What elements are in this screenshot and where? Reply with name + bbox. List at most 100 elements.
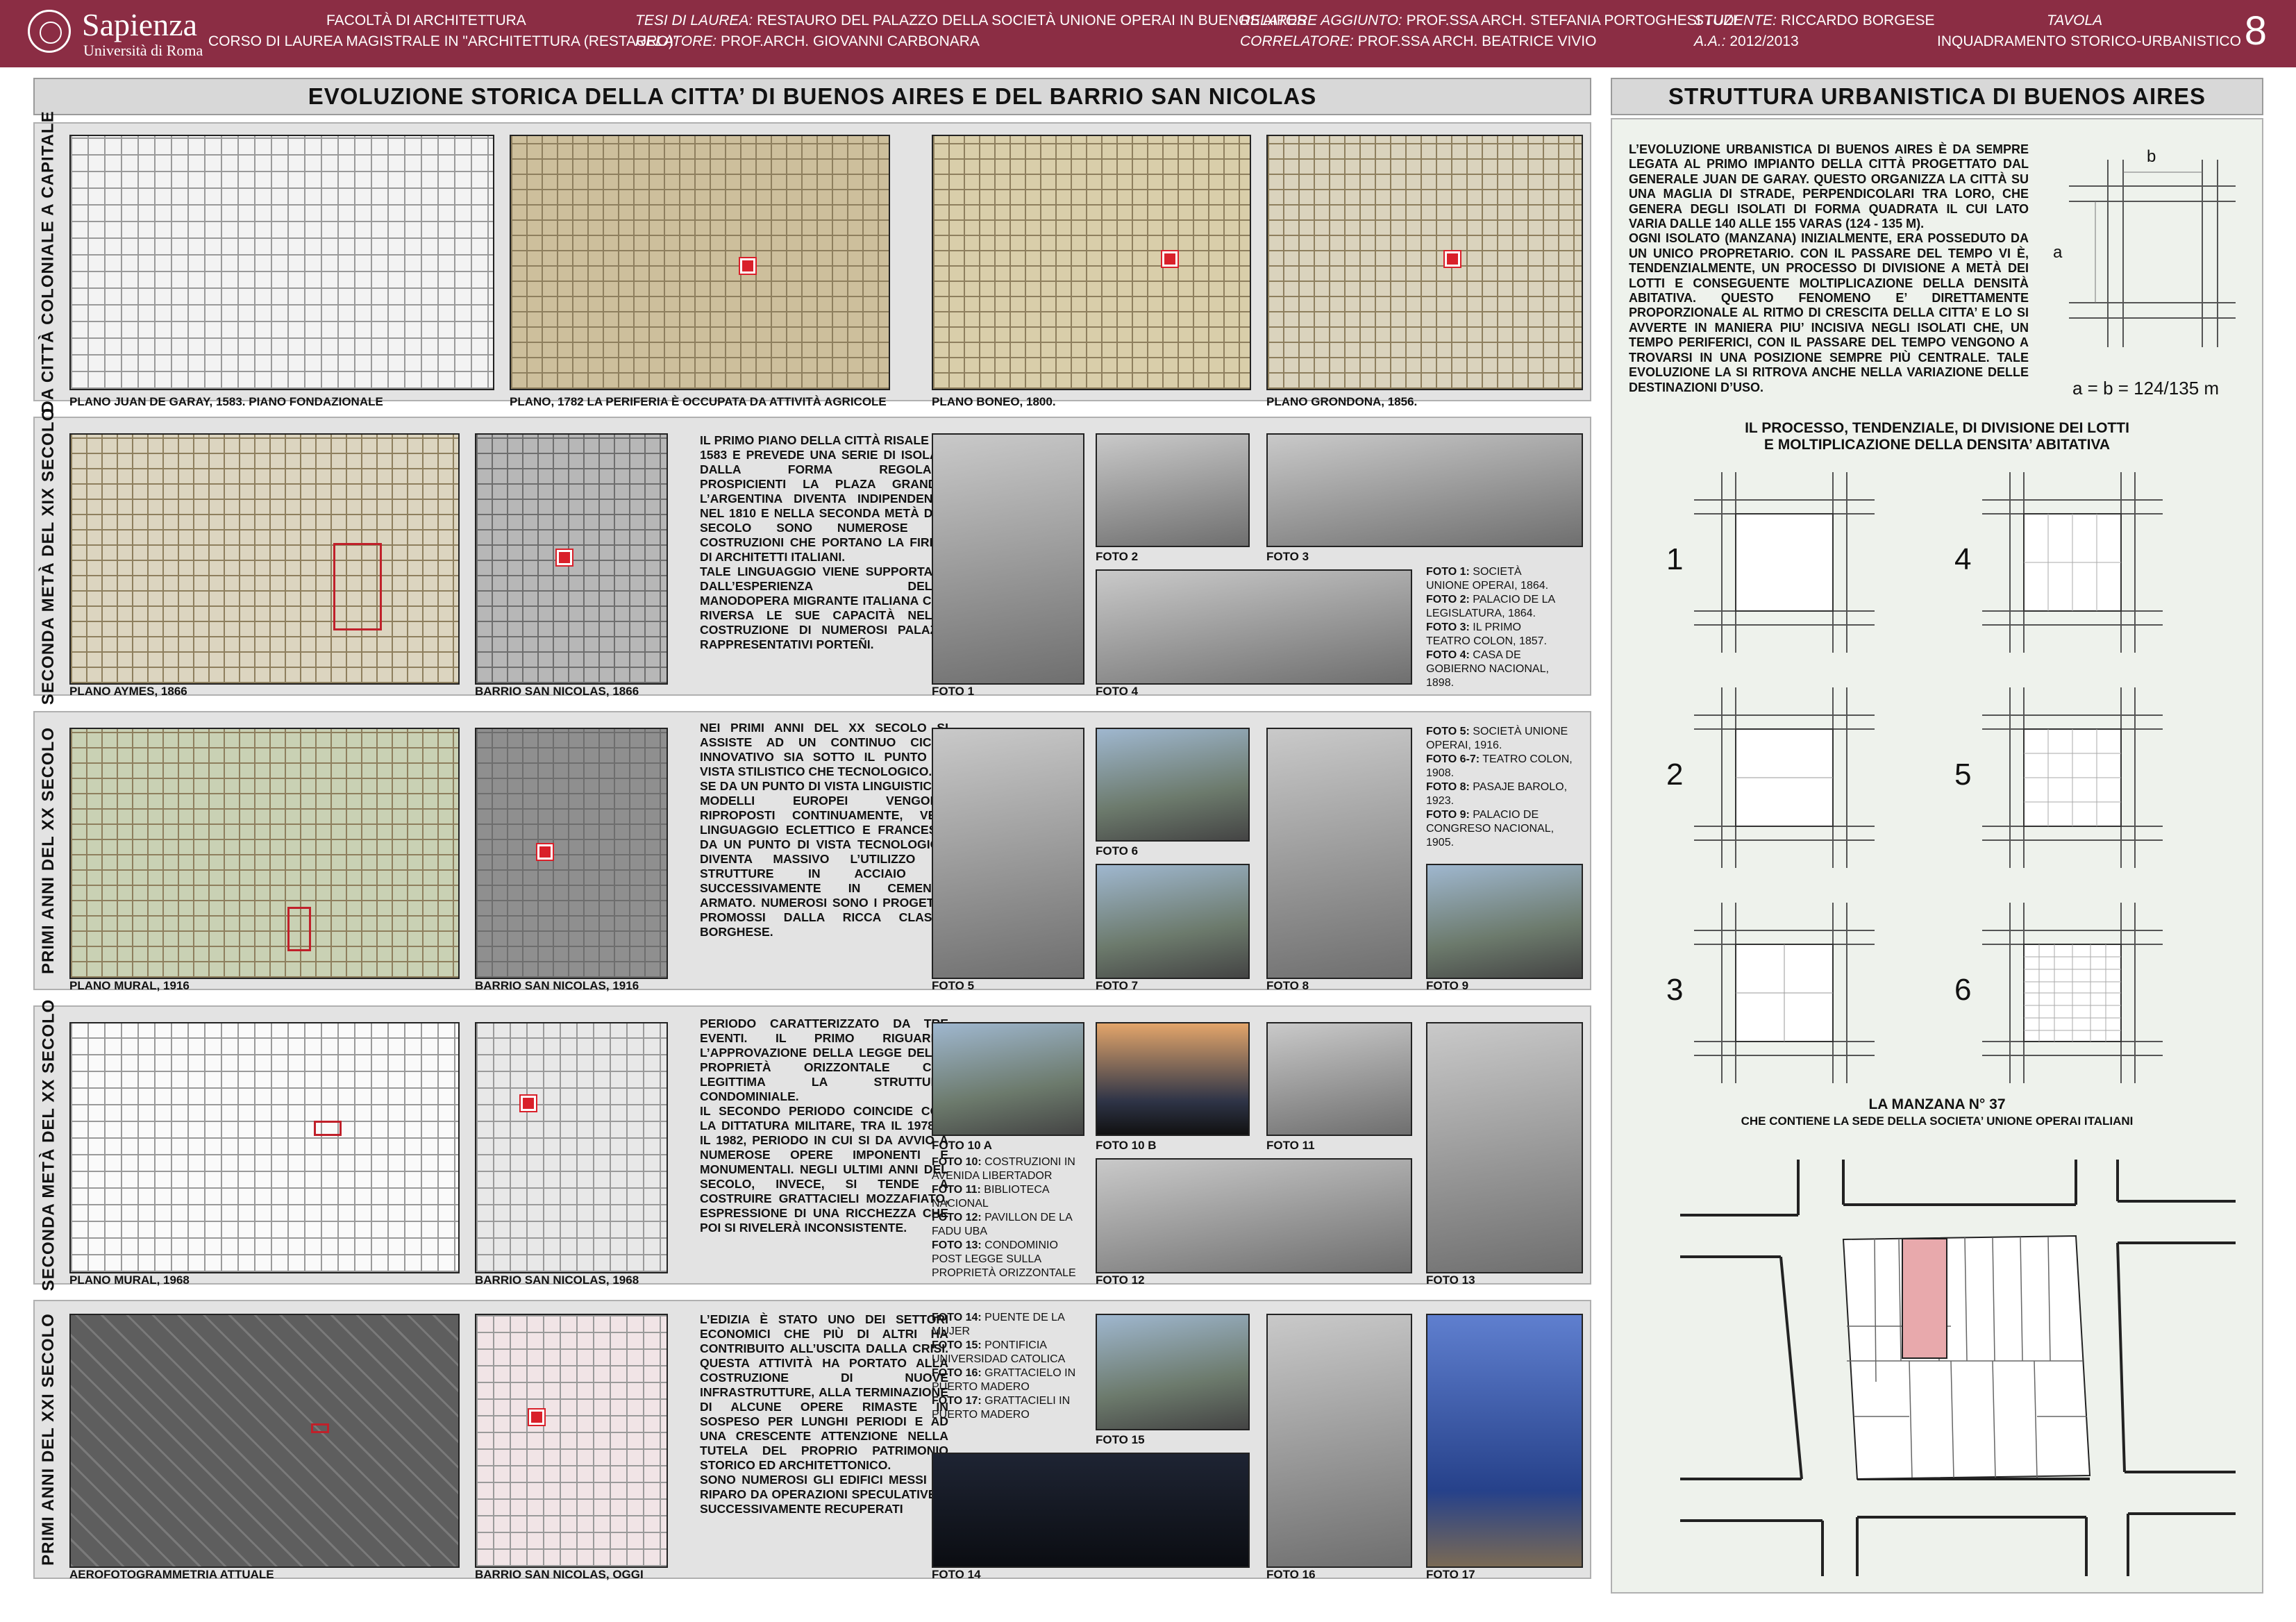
note: FOTO 2: PALACIO DE LA LEGISLATURA, 1864. <box>1426 593 1565 621</box>
photo-11 <box>1266 1022 1412 1136</box>
step-6-diagram <box>1982 903 2163 1083</box>
paragraph-text: SE DA UN PUNTO DI VISTA LINGUISTICO I MO… <box>700 779 948 939</box>
note: FOTO 8: PASAJE BAROLO, 1923. <box>1426 780 1579 808</box>
note: FOTO 4: CASA DE GOBIERNO NACIONAL, 1898. <box>1426 649 1565 690</box>
location-marker <box>740 258 755 274</box>
caption: FOTO 16 <box>1266 1568 1316 1581</box>
note-key: FOTO 6-7: <box>1426 753 1480 765</box>
location-marker <box>537 844 553 860</box>
caption: AEROFOTOGRAMMETRIA ATTUALE <box>69 1568 274 1581</box>
step-number: 5 <box>1954 758 1972 792</box>
step-number: 3 <box>1666 973 1684 1007</box>
caption: FOTO 3 <box>1266 550 1309 563</box>
area-highlight <box>311 1423 329 1433</box>
caption: PLANO, 1782 LA PERIFERIA È OCCUPATA DA A… <box>510 395 887 408</box>
relatore-aggiunto-value: Prof.ssa Arch. Stefania Portoghesi Tuzi <box>1406 12 1737 28</box>
aa-label: A.A.: <box>1694 33 1726 49</box>
relatore-aggiunto: Relatore aggiunto: Prof.ssa Arch. Stefan… <box>1240 11 1737 31</box>
photo-6 <box>1096 728 1250 842</box>
note-key: FOTO 8: <box>1426 781 1470 793</box>
note-key: FOTO 17: <box>932 1395 982 1407</box>
note-key: FOTO 9: <box>1426 809 1470 821</box>
row-xix-secolo: SECONDA METÀ DEL XIX SECOLO IL PRIMO PIA… <box>33 408 1591 705</box>
map-aymes <box>69 433 460 685</box>
caption: BARRIO SAN NICOLAS, 1916 <box>475 979 639 992</box>
photo-17 <box>1426 1314 1583 1568</box>
note: FOTO 13: CONDOMINIO POST LEGGE SULLA PRO… <box>932 1239 1089 1280</box>
location-marker <box>1445 251 1460 267</box>
paragraph-text: L’EVOLUZIONE URBANISTICA DI BUENOS AIRES… <box>1629 142 2029 231</box>
photo-notes: FOTO 1: SOCIETÀ UNIONE OPERAI, 1864. FOT… <box>1426 565 1565 690</box>
note: FOTO 11: BIBLIOTECA NACIONAL <box>932 1183 1089 1211</box>
anno-accademico: A.A.: 2012/2013 <box>1694 32 1799 51</box>
row-label-text: PRIMI ANNI DEL XX SECOLO <box>39 726 58 975</box>
photo-13 <box>1426 1022 1583 1273</box>
caption: FOTO 10 B <box>1096 1139 1157 1152</box>
manzana-title: LA MANZANA N° 37 <box>1868 1096 2006 1112</box>
area-highlight <box>333 543 382 630</box>
map-barrio-oggi <box>475 1314 668 1568</box>
row-label-text: PRIMI ANNI DEL XXI SECOLO <box>39 1313 58 1566</box>
paragraph-text: OGNI ISOLATO (MANZANA) INIZIALMENTE, ERA… <box>1629 231 2029 394</box>
right-section-title: STRUTTURA URBANISTICA DI BUENOS AIRES <box>1611 78 2263 115</box>
location-marker <box>557 550 572 565</box>
caption: FOTO 10 A <box>932 1139 992 1152</box>
step-number: 4 <box>1954 542 1972 576</box>
sapienza-logo-icon <box>28 10 71 53</box>
location-marker <box>521 1096 536 1111</box>
photo-7 <box>1096 864 1250 979</box>
row-primi-xx: PRIMI ANNI DEL XX SECOLO NEI PRIMI ANNI … <box>33 711 1591 992</box>
caption: FOTO 15 <box>1096 1433 1145 1446</box>
block-dimension-diagram <box>2069 160 2236 347</box>
caption: BARRIO SAN NICOLAS, 1866 <box>475 685 639 698</box>
caption: PLANO BONEO, 1800. <box>932 395 1056 408</box>
map-mural-1916 <box>69 728 460 979</box>
label-a: a <box>2053 243 2063 262</box>
note-key: FOTO 14: <box>932 1312 982 1323</box>
process-title-2: E MOLTIPLICAZIONE DELLA DENSITA’ ABITATI… <box>1763 437 2111 453</box>
step-5-diagram <box>1982 687 2163 868</box>
left-section-title: EVOLUZIONE STORICA DELLA CITTA’ DI BUENO… <box>33 78 1591 115</box>
photo-3 <box>1266 433 1583 547</box>
location-marker <box>529 1410 544 1425</box>
step-4-diagram <box>1982 472 2163 653</box>
note-key: FOTO 11: <box>932 1184 981 1196</box>
caption: FOTO 12 <box>1096 1273 1145 1287</box>
caption: FOTO 4 <box>1096 685 1139 698</box>
caption: FOTO 14 <box>932 1568 981 1581</box>
note-key: FOTO 13: <box>932 1239 982 1251</box>
caption: FOTO 13 <box>1426 1273 1475 1287</box>
map-barrio-1866 <box>475 433 668 685</box>
caption: FOTO 2 <box>1096 550 1139 563</box>
course: Corso di Laurea Magistrale in "Architett… <box>208 33 679 49</box>
note-key: FOTO 16: <box>932 1367 982 1379</box>
row-seconda-xx: SECONDA METÀ DEL XX SECOLO PERIODO CARAT… <box>33 999 1591 1291</box>
tavola-number: 8 <box>2244 8 2267 53</box>
caption: FOTO 17 <box>1426 1568 1475 1581</box>
note: FOTO 12: PAVILLON DE LA FADU UBA <box>932 1211 1089 1239</box>
step-number: 2 <box>1666 758 1684 792</box>
row-label-text: SECONDA METÀ DEL XX SECOLO <box>39 998 58 1291</box>
photo-5 <box>932 728 1084 979</box>
paragraph-text: L’EDIZIA È STATO UNO DEI SETTORI ECONOMI… <box>700 1312 948 1472</box>
step-1-diagram <box>1694 472 1875 653</box>
relatore-label: Relatore: <box>635 33 717 49</box>
urban-structure-text: L’EVOLUZIONE URBANISTICA DI BUENOS AIRES… <box>1629 142 2029 395</box>
area-highlight <box>314 1121 342 1136</box>
university-name: Sapienza <box>82 7 198 42</box>
note-key: FOTO 3: <box>1426 621 1470 633</box>
map-grondona <box>1266 135 1583 390</box>
label-b: b <box>2147 147 2156 166</box>
note: FOTO 10: COSTRUZIONI IN AVENIDA LIBERTAD… <box>932 1155 1089 1183</box>
studente-label: Studente: <box>1694 12 1777 28</box>
relatore-aggiunto-label: Relatore aggiunto: <box>1240 12 1402 28</box>
note-key: FOTO 2: <box>1426 594 1470 605</box>
area-highlight <box>287 907 311 951</box>
thesis-label: Tesi di laurea: <box>635 12 753 28</box>
note-key: FOTO 5: <box>1426 726 1470 737</box>
note: FOTO 9: PALACIO DE CONGRESO NACIONAL, 19… <box>1426 808 1579 850</box>
row-coloniale: DA CITTÀ COLONIALE A CAPITALE PLANO JUAN… <box>33 110 1591 413</box>
tavola-label: Tavola <box>2047 11 2102 31</box>
aa-value: 2012/2013 <box>1729 33 1799 49</box>
caption: FOTO 8 <box>1266 979 1309 992</box>
